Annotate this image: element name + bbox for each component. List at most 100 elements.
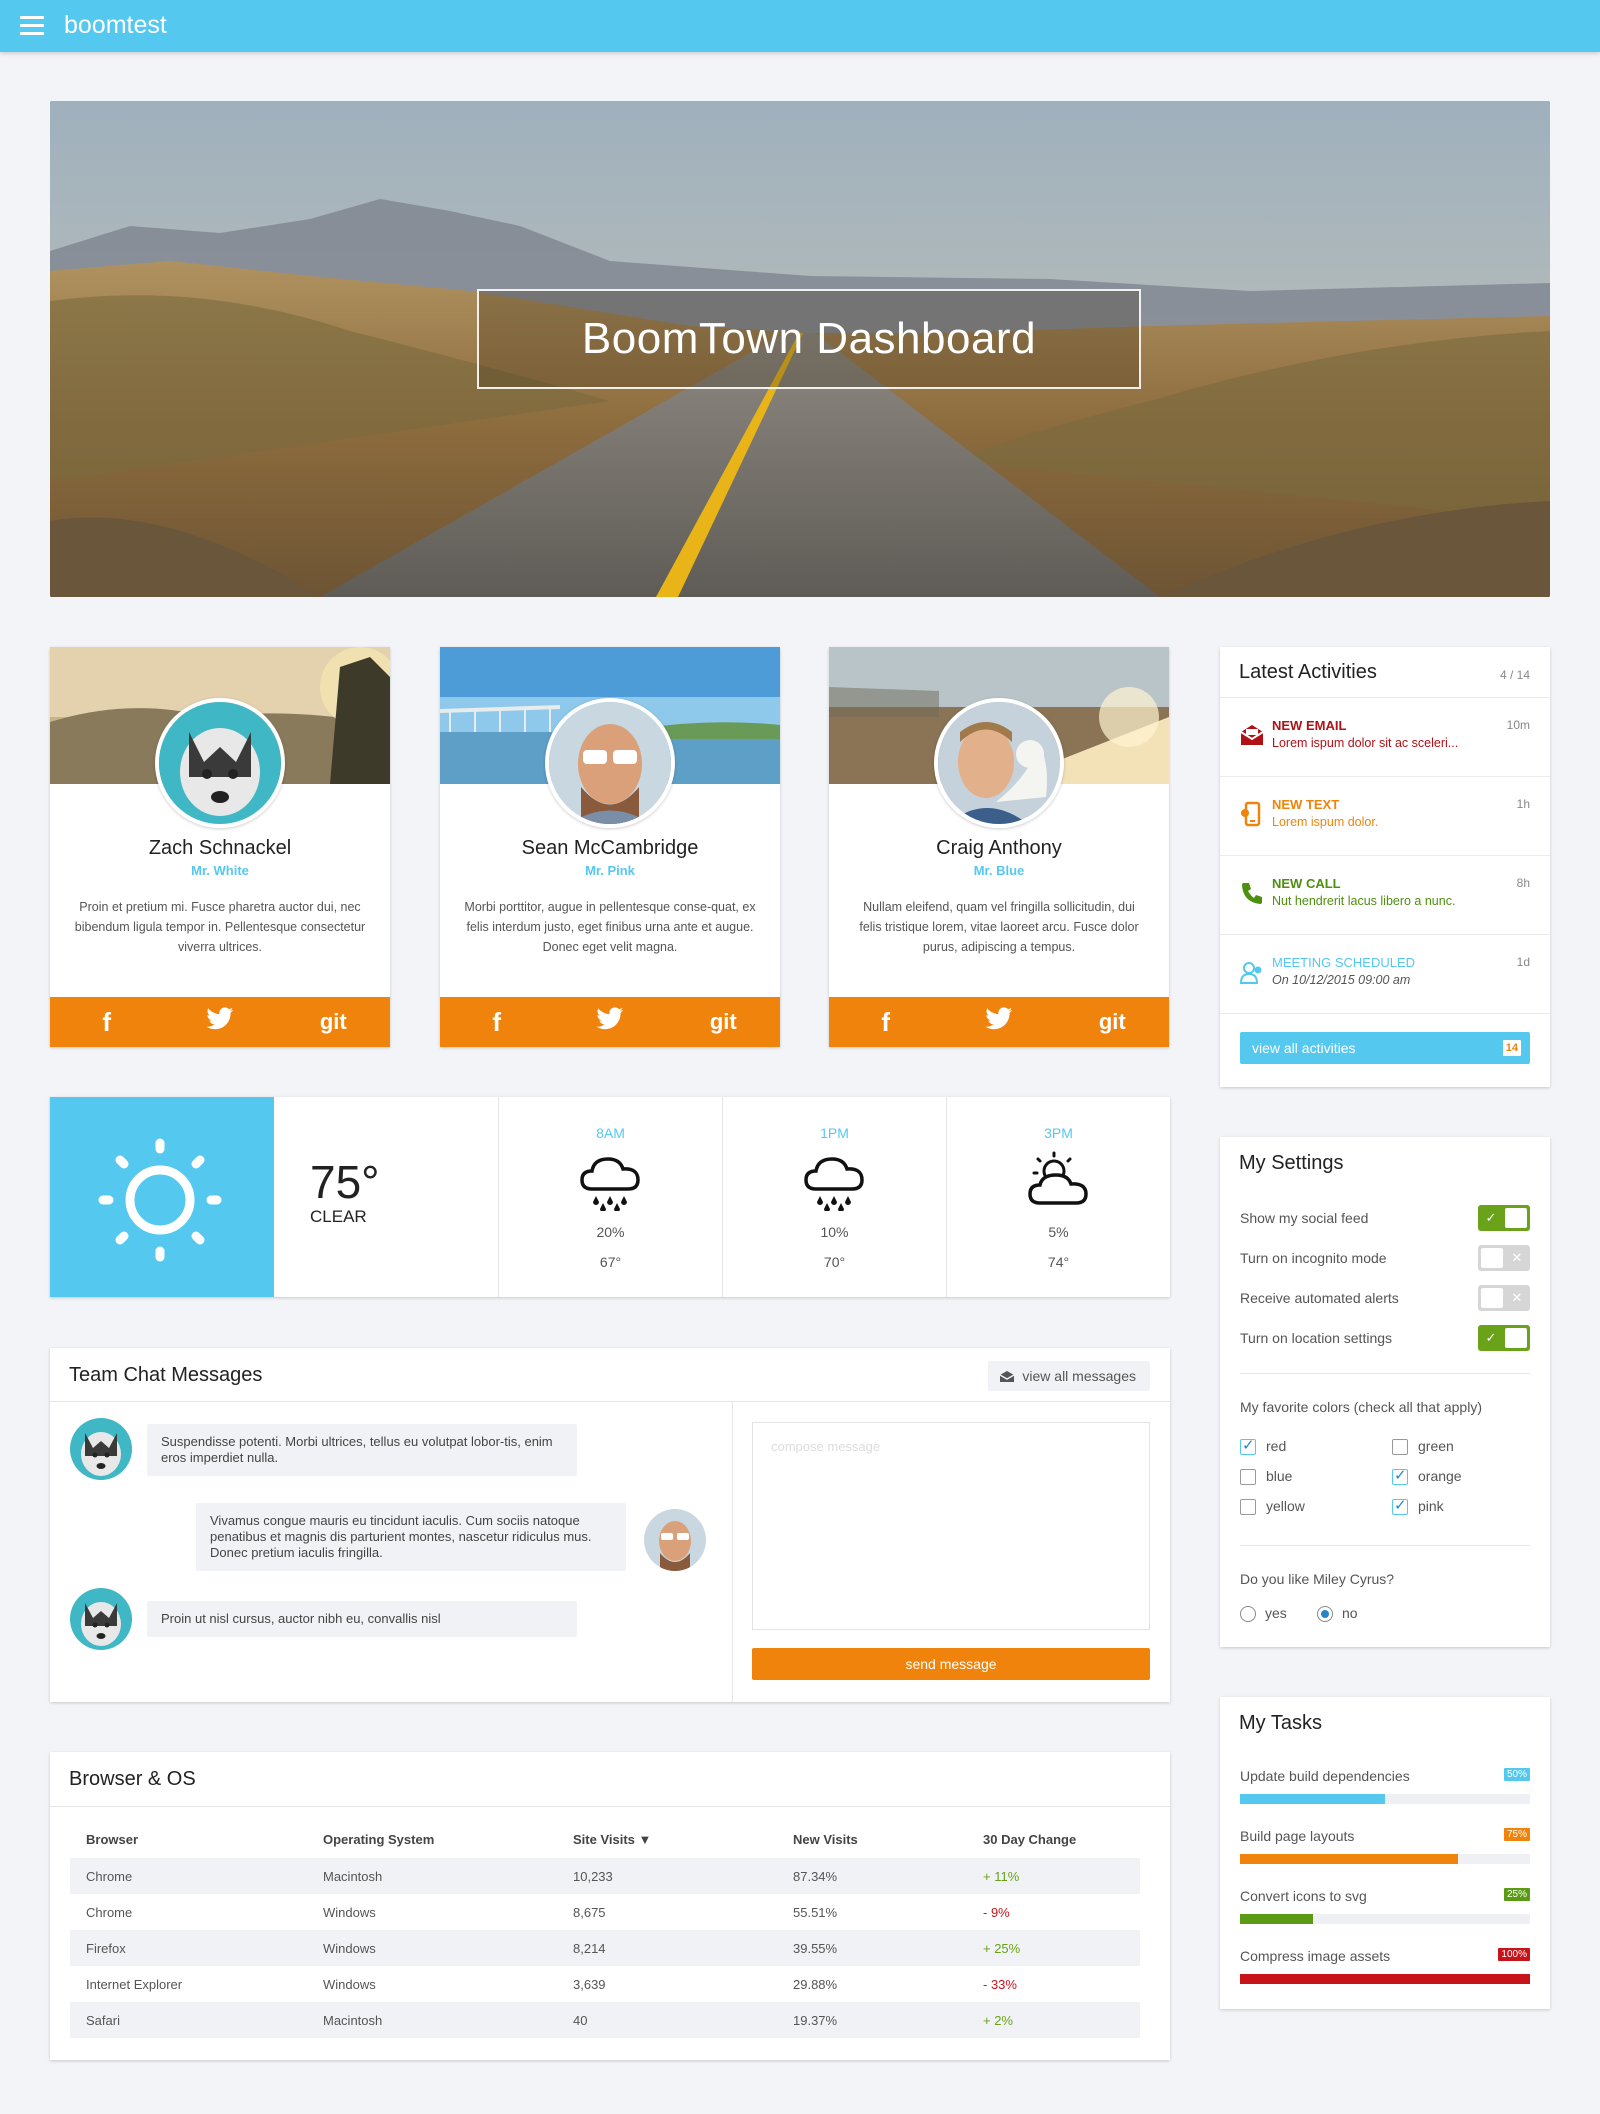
my-tasks-panel: My Tasks Update build dependencies 50% B… [1220,1697,1550,2009]
table-cell: + 11% [967,1858,1140,1894]
compose-message-input[interactable] [752,1422,1150,1630]
radio-yes[interactable]: yes [1240,1604,1287,1622]
table-cell: 3,639 [573,1976,606,1992]
divider [50,1401,1170,1402]
activity-item[interactable]: NEW CALL Nut hendrerit lacus libero a nu… [1220,855,1550,934]
task-label: Compress image assets [1240,1948,1391,1964]
table-cell: 39.55% [777,1930,967,1966]
avatar[interactable] [155,698,285,828]
facebook-icon[interactable]: f [77,1007,137,1038]
color-checkbox-green[interactable]: green [1392,1437,1454,1457]
table-cell: Windows [307,1930,557,1966]
current-conditions: 75° CLEAR [310,1155,380,1227]
column-header[interactable]: Site Visits ▼ [557,1820,777,1858]
color-checkbox-orange[interactable]: orange [1392,1467,1462,1487]
git-link[interactable]: git [693,1009,753,1035]
table-cell: Windows [323,1976,376,1992]
profile-nickname: Mr. Pink [585,863,635,878]
color-checkbox-pink[interactable]: pink [1392,1497,1444,1517]
color-checkbox-blue[interactable]: blue [1240,1467,1292,1487]
twitter-icon[interactable] [580,1006,640,1038]
color-checkbox-red[interactable]: red [1240,1437,1286,1457]
forecast-precipitation: 10% [820,1224,849,1240]
table-cell: + 2% [967,2002,1140,2038]
task-label: Convert icons to svg [1240,1888,1367,1904]
forecast-time: 3PM [1044,1125,1073,1141]
facebook-icon[interactable]: f [467,1007,527,1038]
activity-item[interactable]: NEW TEXT Lorem ispum dolor. 1h [1220,776,1550,855]
view-all-messages-button[interactable]: view all messages [988,1361,1150,1391]
task-label: Build page layouts [1240,1828,1355,1844]
location-settings-toggle[interactable]: ✓ [1478,1325,1530,1351]
settings-title: My Settings [1239,1152,1344,1174]
table-cell: - 9% [983,1904,1010,1920]
checkbox-label: yellow [1266,1498,1305,1514]
table-cell: + 25% [967,1930,1140,1966]
radio-no[interactable]: no [1317,1604,1358,1622]
setting-row: Show my social feed ✓ [1240,1205,1530,1245]
activity-type: NEW CALL [1272,876,1341,891]
activity-time: 8h [1516,876,1530,890]
menu-icon[interactable] [20,16,44,36]
task-item[interactable]: Convert icons to svg 25% [1240,1888,1530,1936]
team-chat-panel: Team Chat Messages view all messages Sus… [50,1348,1170,1702]
table-cell: Windows [323,1904,376,1920]
profile-bio: Proin et pretium mi. Fusce pharetra auct… [74,900,366,954]
top-bar: boomtest [0,0,1600,52]
color-checkbox-yellow[interactable]: yellow [1240,1497,1305,1517]
column-header[interactable]: Operating System [307,1820,557,1858]
forecast-temperature: 74° [1047,1254,1070,1270]
social-bar: f git [440,997,780,1047]
git-link[interactable]: git [1082,1009,1142,1035]
my-settings-panel: My Settings Show my social feed ✓ Turn o… [1220,1137,1550,1647]
activity-time: 1d [1516,955,1530,969]
browser-os-table: Browser Operating System Site Visits ▼ N… [70,1820,1140,2038]
setting-row: Turn on incognito mode ✕ [1240,1245,1530,1285]
task-item[interactable]: Update build dependencies 50% [1240,1768,1530,1816]
latest-activities-panel: Latest Activities 4 / 14 NEW EMAIL Lorem… [1220,647,1550,1087]
view-all-activities-button[interactable]: view all activities 14 [1240,1032,1530,1064]
activity-text: Nut hendrerit lacus libero a nunc. [1272,894,1456,908]
avatar[interactable] [70,1418,132,1480]
profile-name: Craig Anthony [936,837,1062,859]
table-row: Firefox Windows 8,214 39.55% + 25% [70,1930,1140,1966]
partly-cloudy-icon [1027,1151,1088,1205]
avatar[interactable] [545,698,675,828]
envelope-icon [1000,1371,1015,1382]
profile-bio: Nullam eleifend, quam vel fringilla soll… [859,900,1139,954]
social-feed-toggle[interactable]: ✓ [1478,1205,1530,1231]
git-link[interactable]: git [303,1009,363,1035]
chat-message: Suspendisse potenti. Morbi ultrices, tel… [147,1424,577,1476]
divider [1240,1545,1530,1546]
activity-time: 10m [1506,718,1530,732]
profile-bio: Morbi porttitor, augue in pellentesque c… [464,900,756,954]
activity-item[interactable]: NEW EMAIL Lorem ispum dolor sit ac scele… [1220,697,1550,776]
phone-text-icon [1241,801,1261,827]
column-header[interactable]: New Visits [777,1820,967,1858]
setting-label: Turn on incognito mode [1240,1250,1387,1266]
avatar[interactable] [934,698,1064,828]
avatar[interactable] [644,1509,706,1571]
activity-item[interactable]: MEETING SCHEDULED On 10/12/2015 09:00 am… [1220,934,1550,1013]
rain-cloud-icon [579,1157,640,1212]
facebook-icon[interactable]: f [856,1007,916,1038]
send-message-button[interactable]: send message [752,1648,1150,1680]
meeting-icon [1239,962,1262,984]
avatar[interactable] [70,1588,132,1650]
table-cell: 8,675 [573,1904,606,1920]
task-item[interactable]: Build page layouts 75% [1240,1828,1530,1876]
check-icon: ✓ [1485,1330,1497,1345]
profile-nickname: Mr. White [191,863,249,878]
task-item[interactable]: Compress image assets 100% [1240,1948,1530,1996]
automated-alerts-toggle[interactable]: ✕ [1478,1285,1530,1311]
forecast-precipitation: 5% [1048,1224,1069,1240]
activities-count-badge: 14 [1502,1040,1521,1056]
twitter-icon[interactable] [190,1006,250,1038]
column-header[interactable]: 30 Day Change [967,1820,1140,1858]
twitter-icon[interactable] [969,1006,1029,1038]
incognito-mode-toggle[interactable]: ✕ [1478,1245,1530,1271]
column-header[interactable]: Browser [70,1820,307,1858]
table-cell: Firefox [70,1930,307,1966]
task-progress-fill [1240,1974,1530,1984]
table-row: Chrome Windows 8,675 55.51% - 9% [70,1894,1140,1930]
